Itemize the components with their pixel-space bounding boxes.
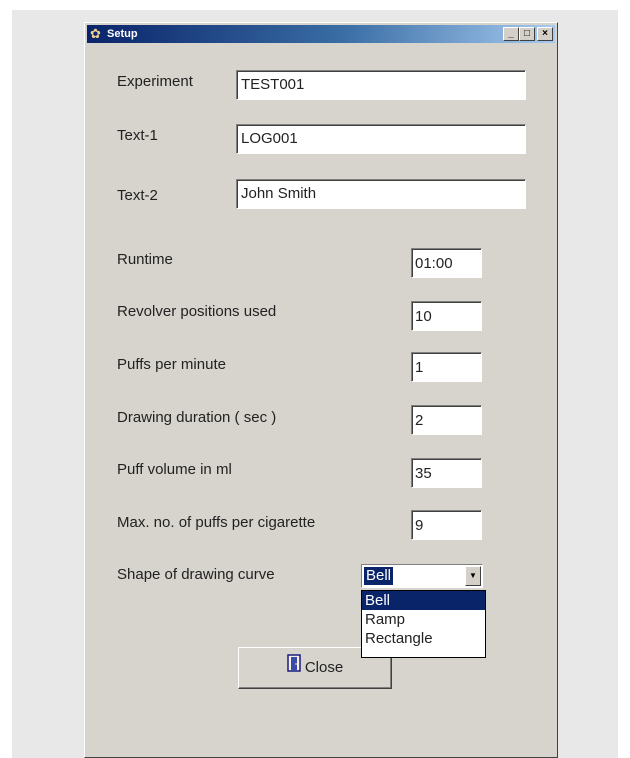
setup-window: ✿ Setup _ □ × Experiment TEST001 Text-1 …	[84, 22, 558, 758]
drawing-duration-field[interactable]: 2	[411, 405, 482, 435]
chevron-down-icon[interactable]: ▼	[465, 566, 481, 586]
puffs-per-minute-label: Puffs per minute	[117, 356, 226, 373]
app-icon: ✿	[90, 26, 101, 41]
maximize-button[interactable]: □	[519, 27, 535, 41]
close-window-button[interactable]: ×	[537, 27, 553, 41]
puffs-per-minute-field[interactable]: 1	[411, 352, 482, 382]
experiment-field[interactable]: TEST001	[236, 70, 526, 100]
experiment-label: Experiment	[117, 73, 193, 90]
max-puffs-field[interactable]: 9	[411, 510, 482, 540]
curve-shape-dropdown-list: Bell Ramp Rectangle	[361, 590, 486, 658]
revolver-field[interactable]: 10	[411, 301, 482, 331]
minimize-button[interactable]: _	[503, 27, 519, 41]
close-button-label: Close	[304, 659, 344, 676]
max-puffs-label: Max. no. of puffs per cigarette	[117, 514, 316, 531]
window-title: Setup	[107, 28, 138, 40]
text2-label: Text-2	[117, 187, 158, 204]
text1-field[interactable]: LOG001	[236, 124, 526, 154]
drawing-duration-label: Drawing duration ( sec )	[117, 409, 277, 426]
puff-volume-label: Puff volume in ml	[117, 461, 232, 478]
title-bar: ✿ Setup _ □ ×	[87, 25, 555, 43]
curve-shape-selected-value: Bell	[364, 567, 394, 585]
puff-volume-field[interactable]: 35	[411, 458, 482, 488]
door-icon	[287, 648, 301, 688]
runtime-label: Runtime	[117, 251, 173, 268]
dropdown-option-rectangle[interactable]: Rectangle	[362, 629, 485, 648]
dropdown-option-bell[interactable]: Bell	[362, 591, 485, 610]
dropdown-option-ramp[interactable]: Ramp	[362, 610, 485, 629]
curve-shape-select[interactable]: Bell ▼	[361, 564, 483, 588]
curve-shape-label: Shape of drawing curve	[117, 566, 275, 583]
text1-label: Text-1	[117, 127, 158, 144]
text2-field[interactable]: John Smith	[236, 179, 526, 209]
revolver-label: Revolver positions used	[117, 303, 277, 320]
runtime-field[interactable]: 01:00	[411, 248, 482, 278]
